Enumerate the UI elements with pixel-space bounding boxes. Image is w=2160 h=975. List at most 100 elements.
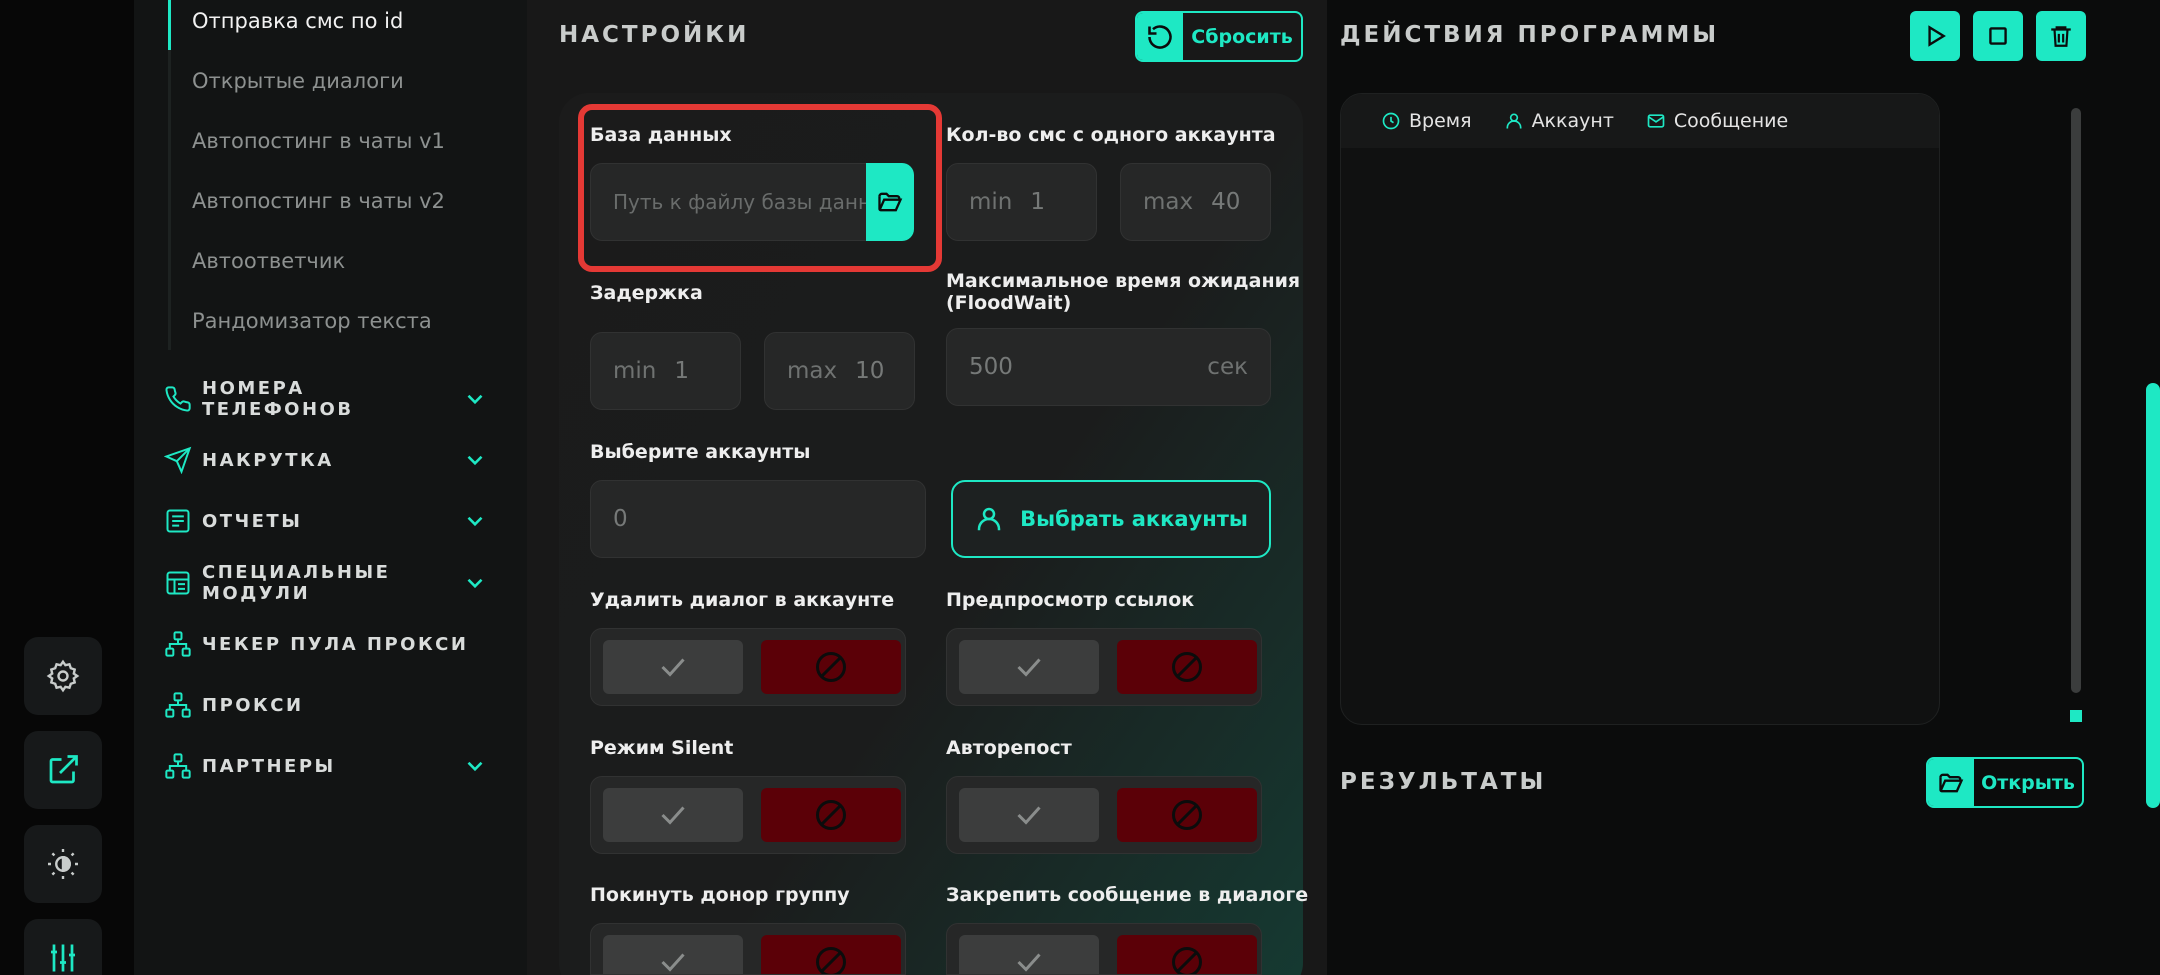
open-results-label: Открыть	[1981, 771, 2075, 794]
delay-min-value: 1	[674, 358, 690, 384]
leave-donor-group-toggle	[590, 923, 906, 975]
nav-group-label: СПЕЦИАЛЬНЫЕ МОДУЛИ	[202, 562, 391, 604]
disable-option[interactable]	[761, 788, 901, 842]
phone-icon	[165, 386, 191, 412]
send-icon	[164, 446, 192, 474]
max-prefix: max	[787, 358, 838, 384]
sms-max-input[interactable]: max 40	[1120, 163, 1271, 241]
ban-icon	[816, 947, 846, 974]
log-header: Время Аккаунт Сообщение	[1341, 94, 1939, 148]
submenu-item-autoposting-v2[interactable]: Автопостинг в чаты v2	[171, 170, 508, 230]
nav-group-reports[interactable]: ОТЧЕТЫ	[164, 496, 504, 546]
flood-wait-value: 500	[969, 354, 1013, 380]
clear-log-button[interactable]	[2036, 11, 2086, 61]
enable-option[interactable]	[603, 640, 743, 694]
chevron-down-icon	[467, 455, 483, 466]
action-log[interactable]: Время Аккаунт Сообщение	[1340, 93, 1940, 725]
trash-icon	[2051, 26, 2071, 47]
autorepost-label: Авторепост	[946, 737, 1072, 759]
modules-icon	[166, 571, 190, 595]
nav-group-boosting[interactable]: НАКРУТКА	[164, 435, 504, 485]
open-results-button[interactable]: Открыть	[1926, 757, 2084, 808]
brightness-icon	[48, 849, 78, 879]
accounts-label: Выберите аккаунты	[590, 441, 811, 463]
log-column-account[interactable]: Аккаунт	[1504, 110, 1614, 132]
page-scrollbar[interactable]	[2146, 383, 2160, 808]
delay-label: Задержка	[590, 282, 703, 304]
stop-icon	[1989, 27, 2007, 45]
leave-donor-group-label: Покинуть донор группу	[590, 884, 850, 906]
disable-option[interactable]	[761, 935, 901, 974]
nav-group-label: ЧЕКЕР ПУЛА ПРОКСИ	[202, 633, 469, 655]
disable-option[interactable]	[1117, 788, 1257, 842]
pin-message-label: Закрепить сообщение в диалоге	[946, 884, 1309, 906]
delete-dialog-toggle	[590, 628, 906, 706]
nav-group-phone-numbers[interactable]: НОМЕРА ТЕЛЕФОНОВ	[164, 374, 504, 424]
user-icon	[1506, 113, 1522, 129]
submenu-item-autoresponder[interactable]: Автоответчик	[171, 230, 508, 290]
network-icon	[165, 753, 191, 779]
sliders-button[interactable]	[24, 919, 102, 975]
start-button[interactable]	[1910, 11, 1960, 61]
chevron-down-icon	[467, 394, 483, 405]
enable-option[interactable]	[959, 935, 1099, 974]
log-column-label: Время	[1409, 110, 1472, 132]
enable-option[interactable]	[603, 935, 743, 974]
nav-group-proxy-pool-checker[interactable]: ЧЕКЕР ПУЛА ПРОКСИ	[164, 619, 504, 669]
settings-button[interactable]	[24, 637, 102, 715]
ban-icon	[1172, 652, 1202, 682]
flood-wait-label-line1: Максимальное время ожидания	[946, 270, 1301, 292]
log-scrollbar[interactable]	[2071, 108, 2081, 693]
theme-button[interactable]	[24, 825, 102, 903]
submenu-list: Отправка смс по id Открытые диалоги Авто…	[168, 0, 508, 350]
submenu-item-sms-by-id[interactable]: Отправка смс по id	[171, 0, 508, 50]
stop-button[interactable]	[1973, 11, 2023, 61]
flood-wait-input[interactable]: 500 сек	[946, 328, 1271, 406]
chevron-down-icon	[467, 516, 483, 527]
report-icon	[166, 509, 190, 533]
ban-icon	[816, 800, 846, 830]
check-icon	[1017, 658, 1041, 677]
disable-option[interactable]	[1117, 640, 1257, 694]
gear-icon	[46, 659, 80, 693]
log-column-time[interactable]: Время	[1381, 110, 1472, 132]
settings-title: НАСТРОЙКИ	[559, 22, 750, 48]
check-icon	[661, 806, 685, 825]
check-icon	[1017, 806, 1041, 825]
navigation-sidebar: Отправка смс по id Открытые диалоги Авто…	[134, 0, 527, 975]
user-icon	[977, 507, 1001, 531]
sms-min-input[interactable]: min 1	[946, 163, 1097, 241]
disable-option[interactable]	[761, 640, 901, 694]
nav-group-label: НАКРУТКА	[202, 449, 334, 471]
enable-option[interactable]	[959, 788, 1099, 842]
nav-group-partners[interactable]: ПАРТНЕРЫ	[164, 741, 504, 791]
check-icon	[661, 953, 685, 972]
choose-accounts-label: Выбрать аккаунты	[1020, 507, 1248, 531]
external-link-button[interactable]	[24, 731, 102, 809]
choose-accounts-button[interactable]: Выбрать аккаунты	[951, 480, 1271, 558]
log-column-message[interactable]: Сообщение	[1646, 110, 1788, 132]
min-prefix: min	[969, 189, 1013, 215]
submenu-item-autoposting-v1[interactable]: Автопостинг в чаты v1	[171, 110, 508, 170]
nav-group-special-modules[interactable]: СПЕЦИАЛЬНЫЕ МОДУЛИ	[164, 558, 504, 608]
sms-max-value: 40	[1211, 189, 1241, 215]
disable-option[interactable]	[1117, 935, 1257, 974]
enable-option[interactable]	[603, 788, 743, 842]
link-preview-label: Предпросмотр ссылок	[946, 589, 1195, 611]
min-prefix: min	[613, 358, 657, 384]
delay-max-input[interactable]: max 10	[764, 332, 915, 410]
reset-button[interactable]: Сбросить	[1135, 11, 1303, 62]
log-resize-handle[interactable]	[2070, 710, 2082, 722]
flood-wait-label: Максимальное время ожидания (FloodWait)	[946, 270, 1300, 314]
sms-min-value: 1	[1030, 189, 1046, 215]
max-prefix: max	[1143, 189, 1194, 215]
network-icon	[165, 692, 191, 718]
log-column-label: Сообщение	[1673, 110, 1789, 132]
submenu-item-open-dialogs[interactable]: Открытые диалоги	[171, 50, 508, 110]
enable-option[interactable]	[959, 640, 1099, 694]
nav-group-proxy[interactable]: ПРОКСИ	[164, 680, 504, 730]
submenu-item-text-randomizer[interactable]: Рандомизатор текста	[171, 290, 508, 350]
external-link-icon	[49, 755, 78, 784]
delay-min-input[interactable]: min 1	[590, 332, 741, 410]
accounts-count-input[interactable]: 0	[590, 480, 926, 558]
